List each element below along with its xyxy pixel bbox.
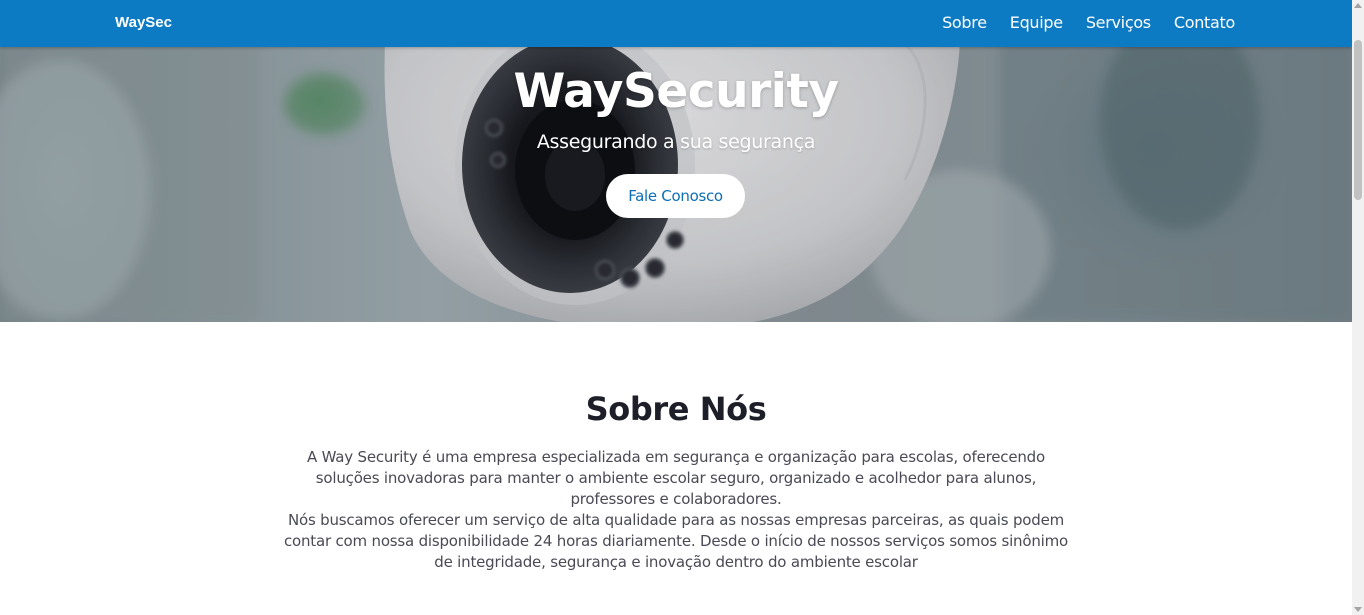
about-title: Sobre Nós	[585, 390, 767, 428]
about-text: A Way Security é uma empresa especializa…	[276, 447, 1076, 573]
hero-overlay	[0, 0, 1352, 322]
scroll-down-arrow-icon[interactable]	[1354, 607, 1362, 612]
hero-subtitle: Assegurando a sua segurança	[536, 131, 816, 153]
contact-us-button[interactable]: Fale Conosco	[606, 174, 745, 218]
scroll-up-arrow-icon[interactable]	[1354, 3, 1362, 8]
navbar: WaySec Sobre Equipe Serviços Contato	[0, 0, 1352, 47]
vertical-scrollbar[interactable]	[1352, 0, 1364, 615]
hero-title: WaySecurity	[513, 64, 839, 119]
nav-links: Sobre Equipe Serviços Contato	[942, 13, 1235, 32]
nav-link-sobre[interactable]: Sobre	[942, 13, 987, 32]
nav-link-contato[interactable]: Contato	[1174, 13, 1235, 32]
nav-link-servicos[interactable]: Serviços	[1086, 13, 1151, 32]
about-paragraph-2: Nós buscamos oferecer um serviço de alta…	[283, 511, 1069, 571]
scrollbar-thumb[interactable]	[1354, 40, 1362, 200]
about-paragraph-1: A Way Security é uma empresa especializa…	[307, 448, 1045, 508]
hero-section: WaySecurity Assegurando a sua segurança …	[0, 0, 1352, 322]
brand-logo-link[interactable]: WaySec	[115, 14, 172, 31]
about-section: Sobre Nós A Way Security é uma empresa e…	[0, 322, 1352, 615]
page: WaySecurity Assegurando a sua segurança …	[0, 0, 1364, 615]
nav-link-equipe[interactable]: Equipe	[1010, 13, 1063, 32]
